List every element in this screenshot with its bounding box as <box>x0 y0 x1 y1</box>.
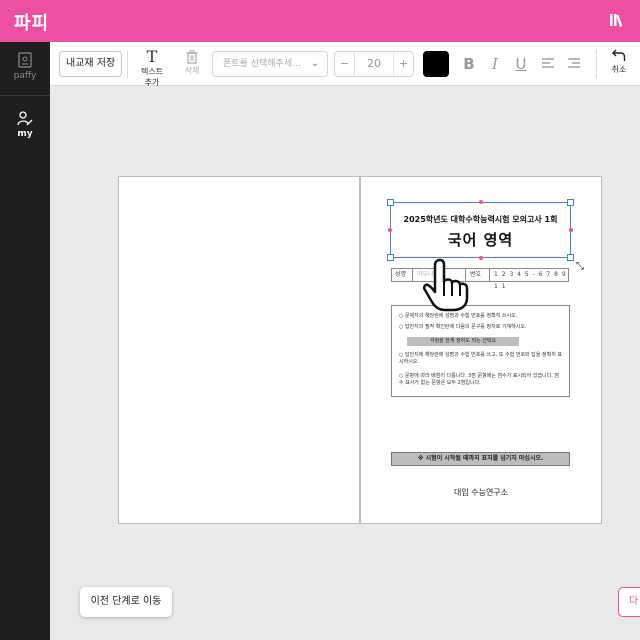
selected-text-box[interactable]: 2025학년도 대학수학능력시험 모의고사 1회 국어 영역 <box>387 199 574 261</box>
resize-handle[interactable] <box>387 254 394 261</box>
align-left-icon <box>542 58 554 68</box>
align-left-button[interactable] <box>539 53 557 75</box>
notice-line: ○ 답안지에 해당란에 성명과 수험 번호를 쓰고, 또 수험 번호와 답을 정… <box>399 352 563 365</box>
save-textbook-button[interactable]: 내교재 저장 <box>59 51 123 77</box>
sidebar-item-label: my <box>17 129 33 139</box>
font-select[interactable]: 폰트를 선택해주세... ⌄ <box>212 51 328 77</box>
underline-button[interactable]: U <box>512 53 530 75</box>
toolbar-divider <box>596 50 597 78</box>
text-color-swatch[interactable] <box>423 51 449 77</box>
bold-button[interactable]: B <box>460 53 478 75</box>
resize-handle[interactable] <box>567 254 574 261</box>
italic-button[interactable]: I <box>486 53 504 75</box>
text-tool-icon: T <box>146 47 158 66</box>
notice-line: ○ 문항에 따라 배점이 다릅니다. 3점 문항에는 점수가 표시되어 있습니다… <box>399 373 560 386</box>
editor-toolbar: 내교재 저장 T 텍스트 추가 삭제 폰트를 선택해주세... ⌄ − 20 +… <box>50 42 640 88</box>
increase-size-button[interactable]: + <box>393 52 413 76</box>
resize-handle[interactable] <box>567 199 574 206</box>
undo-label: 취소 <box>611 65 627 74</box>
prev-step-button[interactable]: 이전 단계로 이동 <box>80 587 172 617</box>
resize-diagonal-icon[interactable]: ⤡ <box>576 261 584 272</box>
notice-line: ○ 답안지의 필적 확인란에 다음의 문구를 정자로 기재하시오. <box>399 324 527 330</box>
edge-handle[interactable] <box>479 256 483 260</box>
page-left[interactable] <box>118 176 360 524</box>
delete-button[interactable]: 삭제 <box>178 48 206 76</box>
cell-divider <box>412 269 413 281</box>
trash-icon <box>186 50 198 64</box>
undo-button[interactable]: 취소 <box>606 48 632 75</box>
notice-line: ○ 문제지의 해당란에 성명과 수험 번호를 정확히 쓰시오. <box>399 313 518 319</box>
font-size-value[interactable]: 20 <box>355 52 393 76</box>
warning-banner[interactable]: ※ 시험이 시작될 때까지 표지를 넘기지 마십시오. <box>391 452 570 466</box>
sidebar-item-label: paffy <box>13 71 37 81</box>
exam-subtitle[interactable]: 2025학년도 대학수학능력시험 모의고사 1회 <box>391 214 570 225</box>
user-edit-icon <box>17 111 33 126</box>
add-text-label: 텍스트 추가 <box>140 67 164 87</box>
delete-label: 삭제 <box>184 66 200 75</box>
toolbar-divider <box>127 50 128 78</box>
document-icon <box>18 52 32 68</box>
resize-handle[interactable] <box>387 199 394 206</box>
next-step-button[interactable]: 다 <box>618 587 640 617</box>
chevron-down-icon: ⌄ <box>310 58 319 69</box>
instructions-box[interactable]: ○ 문제지의 해당란에 성명과 수험 번호를 정확히 쓰시오. ○ 답안지의 필… <box>391 305 570 397</box>
cell-divider <box>489 269 490 281</box>
notice-band: 걱정을 한게 정하도 되는 선택요 <box>407 337 519 346</box>
top-bar: 파피 <box>0 0 640 42</box>
font-select-placeholder: 폰트를 선택해주세... <box>223 59 301 69</box>
hand-cursor-icon <box>422 258 469 312</box>
name-label: 성명 <box>395 271 407 278</box>
publisher-name[interactable]: 대입 수능연구소 <box>360 487 602 498</box>
exam-title[interactable]: 국어 영역 <box>391 229 570 250</box>
candidate-info-row[interactable]: 성명 이두나 번호 1 2 3 4 5 - 6 7 8 9 1 1 <box>391 268 569 290</box>
sidebar: paffy my <box>0 42 50 640</box>
sidebar-item-paffy[interactable]: paffy <box>0 52 50 81</box>
align-right-icon <box>568 58 580 68</box>
decrease-size-button[interactable]: − <box>335 52 355 76</box>
edge-handle[interactable] <box>479 200 483 204</box>
align-right-button[interactable] <box>565 53 583 75</box>
add-text-button[interactable]: T 텍스트 추가 <box>137 48 167 88</box>
undo-icon <box>612 49 626 61</box>
app-logo[interactable]: 파피 <box>14 9 49 35</box>
sidebar-item-my[interactable]: my <box>0 110 50 139</box>
library-icon[interactable] <box>608 11 626 29</box>
number-value: 1 2 3 4 5 - 6 7 8 9 1 1 <box>494 271 567 290</box>
font-size-stepper[interactable]: − 20 + <box>334 51 414 77</box>
sidebar-divider <box>0 95 50 96</box>
